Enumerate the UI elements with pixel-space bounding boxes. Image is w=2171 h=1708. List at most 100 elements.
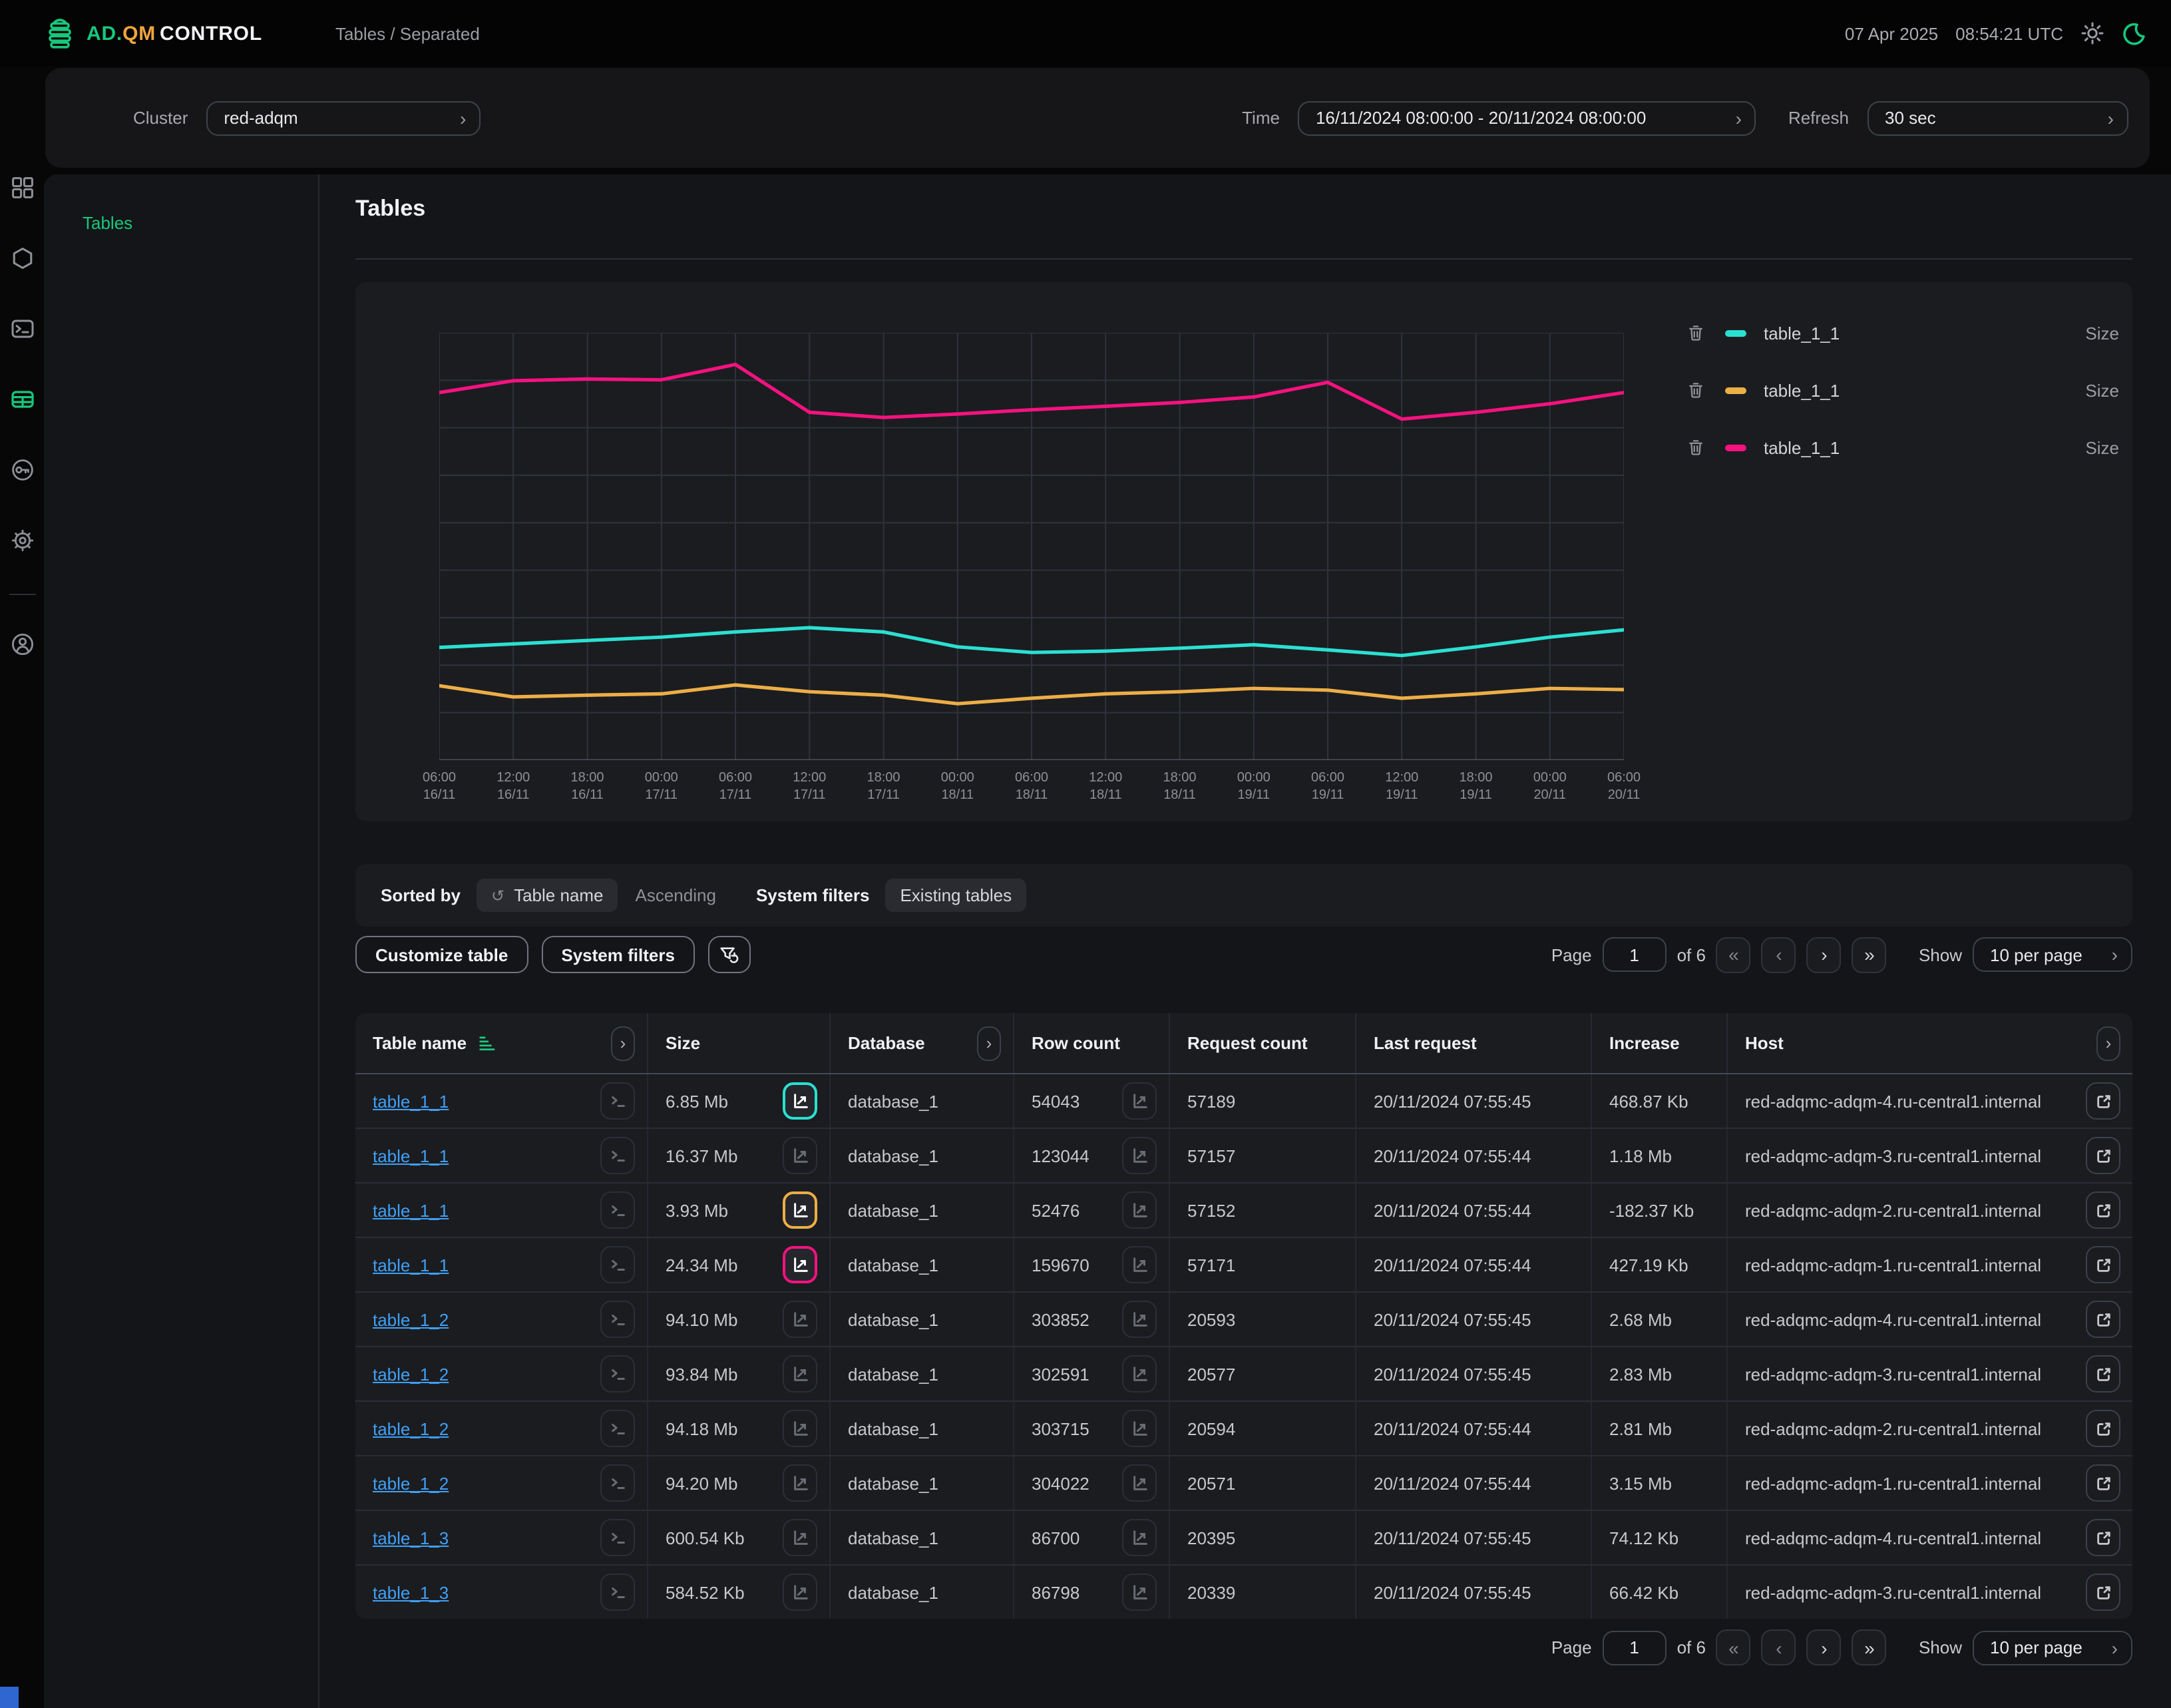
cluster-select[interactable]: red-adqm ›	[206, 101, 481, 135]
table-name-link[interactable]: table_1_1	[373, 1200, 449, 1220]
query-table-button[interactable]	[600, 1246, 635, 1283]
size-chart-button[interactable]	[783, 1191, 817, 1229]
first-page-button[interactable]: «	[1716, 937, 1751, 972]
first-page-button[interactable]: «	[1716, 1629, 1751, 1665]
refresh-interval-select[interactable]: 30 sec ›	[1868, 101, 2128, 135]
column-header-row-count[interactable]: Row count	[1014, 1013, 1170, 1073]
delete-series-button[interactable]	[1686, 438, 1705, 457]
size-chart-button[interactable]	[783, 1410, 817, 1447]
row-count-chart-button[interactable]	[1122, 1137, 1157, 1174]
query-table-button[interactable]	[600, 1082, 635, 1120]
query-table-button[interactable]	[600, 1191, 635, 1229]
series-label[interactable]: table_1_1	[1764, 380, 1840, 400]
row-count-chart-button[interactable]	[1122, 1410, 1157, 1447]
sidebar-item-settings[interactable]	[10, 529, 34, 552]
table-name-link[interactable]: table_1_3	[373, 1528, 449, 1548]
column-header-increase[interactable]: Increase	[1592, 1013, 1728, 1073]
size-chart-button[interactable]	[783, 1574, 817, 1611]
size-chart-button[interactable]	[783, 1137, 817, 1174]
host-link-button[interactable]	[2086, 1519, 2120, 1556]
delete-series-button[interactable]	[1686, 381, 1705, 399]
size-chart-button[interactable]	[783, 1519, 817, 1556]
query-table-button[interactable]	[600, 1137, 635, 1174]
row-count-chart-button[interactable]	[1122, 1464, 1157, 1502]
column-header-table-name[interactable]: Table name›	[355, 1013, 648, 1073]
column-expand-button[interactable]: ›	[2096, 1026, 2120, 1060]
sidebar-item-tables-link[interactable]: Tables	[83, 213, 318, 233]
sidebar-item-nodes[interactable]	[10, 246, 34, 270]
column-header-host[interactable]: Host›	[1728, 1013, 2132, 1073]
series-label[interactable]: table_1_1	[1764, 323, 1840, 343]
customize-table-button[interactable]: Customize table	[355, 936, 528, 973]
sidebar-item-dashboard[interactable]	[10, 176, 34, 200]
column-expand-button[interactable]: ›	[611, 1026, 635, 1060]
time-range-select[interactable]: 16/11/2024 08:00:00 - 20/11/2024 08:00:0…	[1298, 101, 1756, 135]
sort-direction[interactable]: Ascending	[636, 885, 716, 905]
host-link-button[interactable]	[2086, 1246, 2120, 1283]
host-link-button[interactable]	[2086, 1574, 2120, 1611]
system-filters-button[interactable]: System filters	[541, 936, 695, 973]
size-chart-button[interactable]	[783, 1301, 817, 1338]
row-count-chart-button[interactable]	[1122, 1355, 1157, 1392]
query-table-button[interactable]	[600, 1464, 635, 1502]
row-count-chart-button[interactable]	[1122, 1574, 1157, 1611]
table-name-link[interactable]: table_1_2	[373, 1309, 449, 1329]
reset-filters-button[interactable]	[708, 936, 751, 973]
line-chart[interactable]	[439, 333, 1624, 760]
page-number-input[interactable]	[1603, 937, 1667, 972]
row-count-chart-button[interactable]	[1122, 1246, 1157, 1283]
host-link-button[interactable]	[2086, 1191, 2120, 1229]
column-header-request-count[interactable]: Request count	[1170, 1013, 1356, 1073]
last-page-button[interactable]: »	[1852, 1629, 1887, 1665]
theme-moon-icon[interactable]	[2122, 21, 2147, 46]
host-link-button[interactable]	[2086, 1137, 2120, 1174]
prev-page-button[interactable]: ‹	[1762, 1629, 1796, 1665]
sidebar-item-account[interactable]	[10, 632, 34, 656]
query-table-button[interactable]	[600, 1519, 635, 1556]
row-count-chart-button[interactable]	[1122, 1519, 1157, 1556]
query-table-button[interactable]	[600, 1574, 635, 1611]
sidebar-item-tables[interactable]	[10, 387, 34, 411]
query-table-button[interactable]	[600, 1301, 635, 1338]
row-count-chart-button[interactable]	[1122, 1082, 1157, 1120]
next-page-button[interactable]: ›	[1807, 937, 1842, 972]
size-chart-button[interactable]	[783, 1246, 817, 1283]
host-link-button[interactable]	[2086, 1355, 2120, 1392]
column-header-last-request[interactable]: Last request	[1356, 1013, 1592, 1073]
next-page-button[interactable]: ›	[1807, 1629, 1842, 1665]
query-table-button[interactable]	[600, 1355, 635, 1392]
host-link-button[interactable]	[2086, 1410, 2120, 1447]
table-name-link[interactable]: table_1_1	[373, 1255, 449, 1275]
host-link-button[interactable]	[2086, 1464, 2120, 1502]
column-expand-button[interactable]: ›	[977, 1026, 1001, 1060]
table-name-link[interactable]: table_1_2	[373, 1364, 449, 1384]
sort-field-chip[interactable]: ↺Table name	[477, 879, 618, 912]
size-chart-button[interactable]	[783, 1355, 817, 1392]
series-label[interactable]: table_1_1	[1764, 437, 1840, 457]
table-name-link[interactable]: table_1_1	[373, 1146, 449, 1166]
column-header-database[interactable]: Database›	[831, 1013, 1014, 1073]
sidebar-item-terminal[interactable]	[10, 317, 34, 341]
table-name-link[interactable]: table_1_2	[373, 1473, 449, 1493]
theme-sun-icon[interactable]	[2080, 21, 2104, 45]
query-table-button[interactable]	[600, 1410, 635, 1447]
table-name-link[interactable]: table_1_2	[373, 1418, 449, 1438]
size-chart-button[interactable]	[783, 1082, 817, 1120]
host-link-button[interactable]	[2086, 1301, 2120, 1338]
prev-page-button[interactable]: ‹	[1762, 937, 1796, 972]
per-page-select[interactable]: 10 per page ›	[1973, 937, 2132, 972]
last-page-button[interactable]: »	[1852, 937, 1887, 972]
system-filter-chip[interactable]: Existing tables	[885, 879, 1026, 912]
size-chart-button[interactable]	[783, 1464, 817, 1502]
app-logo[interactable]: AD.QMCONTROL	[43, 16, 262, 51]
host-link-button[interactable]	[2086, 1082, 2120, 1120]
row-count-chart-button[interactable]	[1122, 1191, 1157, 1229]
column-header-size[interactable]: Size	[648, 1013, 831, 1073]
table-name-link[interactable]: table_1_3	[373, 1582, 449, 1602]
page-number-input[interactable]	[1603, 1630, 1667, 1665]
sidebar-item-keys[interactable]	[10, 458, 34, 482]
per-page-select[interactable]: 10 per page ›	[1973, 1630, 2132, 1665]
delete-series-button[interactable]	[1686, 323, 1705, 342]
table-name-link[interactable]: table_1_1	[373, 1091, 449, 1111]
row-count-chart-button[interactable]	[1122, 1301, 1157, 1338]
